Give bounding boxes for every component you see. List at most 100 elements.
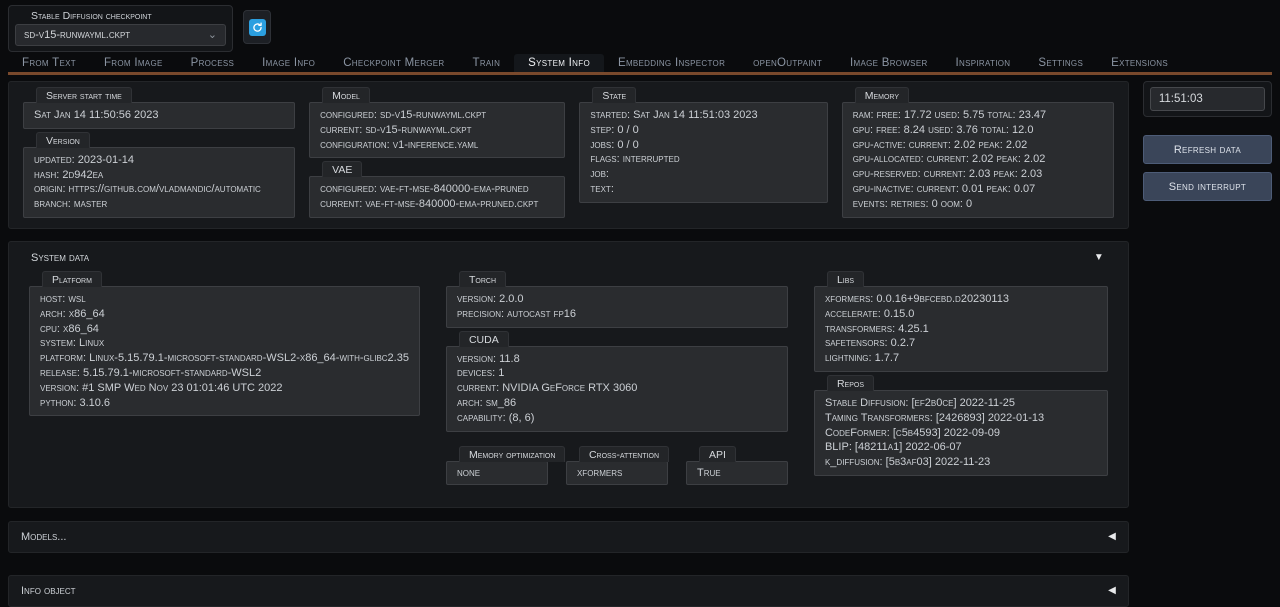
text-line: current: vae-ft-mse-840000-ema-pruned.ck… <box>320 197 554 212</box>
models-accordion-label: Models... <box>21 531 66 543</box>
info-object-accordion-label: Info object <box>21 585 76 597</box>
refresh-checkpoint-button[interactable] <box>243 10 271 44</box>
field-cross-attention-value: xformers <box>566 461 668 485</box>
panel-server-start-time-title: Server start time <box>36 87 132 103</box>
panel-vae: VAE configured: vae-ft-mse-840000-ema-pr… <box>309 161 565 218</box>
tab-train[interactable]: Train <box>459 54 515 72</box>
panel-state-content: started: Sat Jan 14 11:51:03 2023step: 0… <box>579 102 827 203</box>
text-line: BLIP: [48211a1] 2022-06-07 <box>825 440 1097 455</box>
text-line: flags: interrupted <box>590 152 816 167</box>
send-interrupt-button[interactable]: Send interrupt <box>1143 172 1272 201</box>
text-line: text: <box>590 182 816 197</box>
panel-model-title: Model <box>322 87 370 103</box>
tab-image-browser[interactable]: Image Browser <box>836 54 942 72</box>
field-memory-optimization: Memory optimizationnone <box>446 446 548 485</box>
text-line: xformers: 0.0.16+9bfcebd.d20230113 <box>825 292 1097 307</box>
collapse-arrow-icon: ▼ <box>1094 252 1106 263</box>
tab-settings[interactable]: Settings <box>1024 54 1097 72</box>
tab-system-info[interactable]: System Info <box>514 54 604 72</box>
main-column: Server start time Sat Jan 14 11:50:56 20… <box>8 81 1129 607</box>
text-line: lightning: 1.7.7 <box>825 351 1097 366</box>
panel-memory-title: Memory <box>855 87 909 103</box>
info-object-accordion[interactable]: Info object ◀ <box>8 575 1129 607</box>
text-line: gpu: free: 8.24 used: 3.76 total: 12.0 <box>853 123 1103 138</box>
panel-torch: Torch version: 2.0.0precision: autocast … <box>446 271 788 328</box>
tab-process[interactable]: Process <box>177 54 249 72</box>
text-line: version: 2.0.0 <box>457 292 777 307</box>
collapsed-arrow-icon: ◀ <box>1108 585 1116 596</box>
text-line: CodeFormer: [c5b4593] 2022-09-09 <box>825 426 1097 441</box>
text-line: Taming Transformers: [2426893] 2022-01-1… <box>825 411 1097 426</box>
refresh-time-input[interactable] <box>1150 87 1265 111</box>
checkpoint-select-value: sd-v15-runwayml.ckpt <box>24 29 130 41</box>
panel-torch-title: Torch <box>459 271 506 287</box>
text-line: system: Linux <box>40 336 409 351</box>
tab-from-image[interactable]: From Image <box>90 54 177 72</box>
text-line: origin: https://github.com/vladmandic/au… <box>34 182 284 197</box>
checkpoint-label: Stable Diffusion checkpoint <box>27 9 226 23</box>
column-state: State started: Sat Jan 14 11:51:03 2023s… <box>579 84 827 218</box>
panel-version-title: Version <box>36 132 90 148</box>
panel-torch-content: version: 2.0.0precision: autocast fp16 <box>446 286 788 328</box>
text-line: Stable Diffusion: [ef2b0ce] 2022-11-25 <box>825 396 1097 411</box>
panel-repos-content: Stable Diffusion: [ef2b0ce] 2022-11-25Ta… <box>814 390 1108 476</box>
text-line: configured: vae-ft-mse-840000-ema-pruned <box>320 182 554 197</box>
tab-image-info[interactable]: Image Info <box>248 54 329 72</box>
text-line: started: Sat Jan 14 11:51:03 2023 <box>590 108 816 123</box>
system-info-page: Stable Diffusion checkpoint sd-v15-runwa… <box>0 0 1280 607</box>
text-line: safetensors: 0.2.7 <box>825 336 1097 351</box>
panel-cuda-content: version: 11.8devices: 1current: NVIDIA G… <box>446 346 788 432</box>
panel-state-title: State <box>592 87 636 103</box>
tab-from-text[interactable]: From Text <box>8 54 90 72</box>
text-line: release: 5.15.79.1-microsoft-standard-WS… <box>40 366 409 381</box>
system-data-accordion: System data ▼ Platform host: wslarch: x8… <box>8 241 1129 508</box>
time-block <box>1143 81 1272 117</box>
column-memory: Memory ram: free: 17.72 used: 5.75 total… <box>842 84 1114 218</box>
field-memory-optimization-label: Memory optimization <box>459 446 565 462</box>
text-line: events: retries: 0 oom: 0 <box>853 197 1103 212</box>
panel-platform: Platform host: wslarch: x86_64cpu: x86_6… <box>29 271 420 416</box>
tab-checkpoint-merger[interactable]: Checkpoint Merger <box>329 54 458 72</box>
tab-bar: From TextFrom ImageProcessImage InfoChec… <box>8 54 1272 75</box>
column-server: Server start time Sat Jan 14 11:50:56 20… <box>23 84 295 218</box>
system-data-header[interactable]: System data ▼ <box>29 248 1108 268</box>
tab-inspiration[interactable]: Inspiration <box>942 54 1025 72</box>
field-api: APITrue <box>686 446 788 485</box>
text-line: cpu: x86_64 <box>40 322 409 337</box>
chevron-down-icon: ⌄ <box>208 30 217 40</box>
tab-embedding-inspector[interactable]: Embedding Inspector <box>604 54 739 72</box>
refresh-data-button[interactable]: Refresh data <box>1143 135 1272 164</box>
tab-extensions[interactable]: Extensions <box>1097 54 1182 72</box>
quick-settings-bar: Stable Diffusion checkpoint sd-v15-runwa… <box>8 5 1272 52</box>
field-api-label: API <box>699 446 736 462</box>
top-panels-container: Server start time Sat Jan 14 11:50:56 20… <box>8 81 1129 229</box>
panel-version: Version updated: 2023-01-14hash: 2d942ea… <box>23 132 295 218</box>
panel-libs: Libs xformers: 0.0.16+9bfcebd.d20230113a… <box>814 271 1108 372</box>
panel-libs-title: Libs <box>827 271 864 287</box>
text-line: accelerate: 0.15.0 <box>825 307 1097 322</box>
field-cross-attention-label: Cross-attention <box>579 446 669 462</box>
text-line: version: 11.8 <box>457 352 777 367</box>
text-line: job: <box>590 167 816 182</box>
column-model: Model configured: sd-v15-runwayml.ckptcu… <box>309 84 565 218</box>
text-line: hash: 2d942ea <box>34 168 284 183</box>
panel-platform-content: host: wslarch: x86_64cpu: x86_64system: … <box>29 286 420 416</box>
text-line: gpu-inactive: current: 0.01 peak: 0.07 <box>853 182 1103 197</box>
main-row: Server start time Sat Jan 14 11:50:56 20… <box>8 81 1272 607</box>
text-line: transformers: 4.25.1 <box>825 322 1097 337</box>
text-line: capability: (8, 6) <box>457 411 777 426</box>
text-line: gpu-reserved: current: 2.03 peak: 2.03 <box>853 167 1103 182</box>
text-line: k_diffusion: [5b3af03] 2022-11-23 <box>825 455 1097 470</box>
panel-cuda-title: CUDA <box>459 331 509 347</box>
field-api-value: True <box>686 461 788 485</box>
models-accordion[interactable]: Models... ◀ <box>8 521 1129 553</box>
text-line: configuration: v1-inference.yaml <box>320 138 554 153</box>
settings-fields-row: Memory optimizationnone Cross-attentionxf… <box>446 446 788 485</box>
panel-state: State started: Sat Jan 14 11:51:03 2023s… <box>579 87 827 203</box>
tab-openoutpaint[interactable]: openOutpaint <box>739 54 836 72</box>
checkpoint-select[interactable]: sd-v15-runwayml.ckpt ⌄ <box>15 24 226 46</box>
panel-cuda: CUDA version: 11.8devices: 1current: NVI… <box>446 331 788 432</box>
panel-server-start-time: Server start time Sat Jan 14 11:50:56 20… <box>23 87 295 129</box>
field-cross-attention: Cross-attentionxformers <box>566 446 668 485</box>
text-line: gpu-active: current: 2.02 peak: 2.02 <box>853 138 1103 153</box>
